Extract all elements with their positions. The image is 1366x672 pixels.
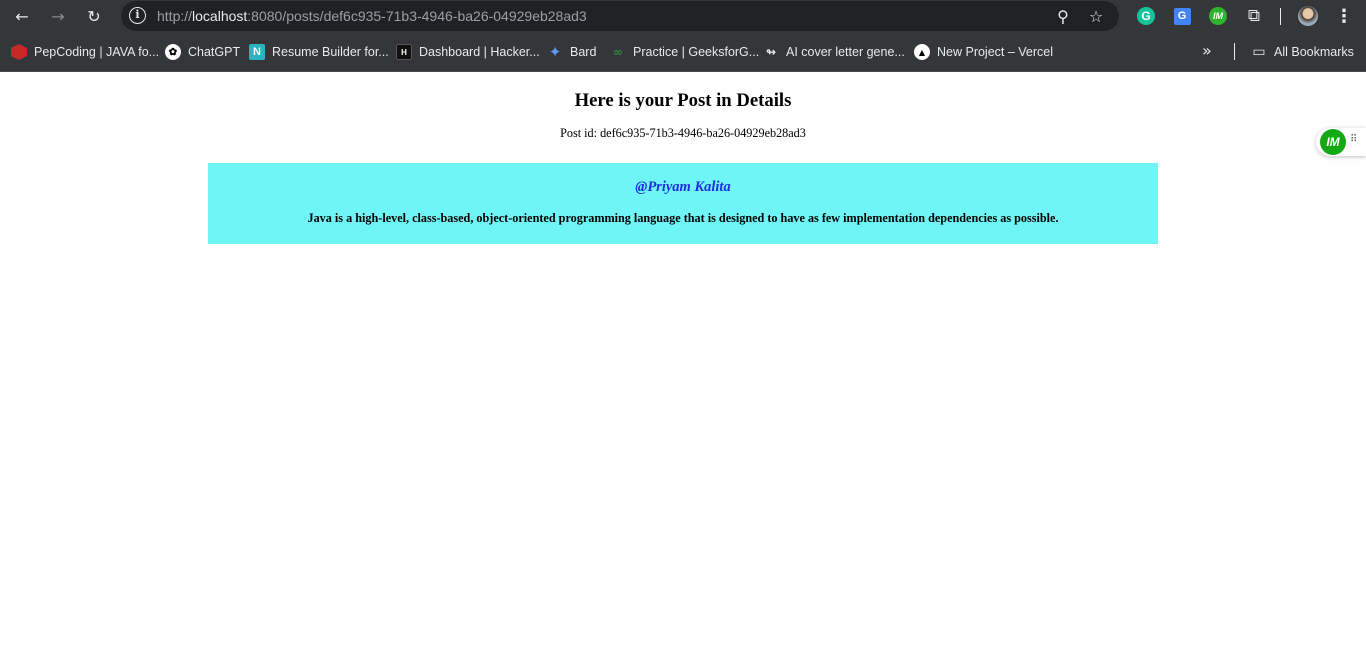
reload-icon[interactable]: ↻: [81, 4, 107, 28]
bookmark-label: ChatGPT: [188, 45, 241, 59]
url-host: localhost: [192, 8, 248, 24]
floating-extension-widget[interactable]: IM ⠿: [1316, 128, 1366, 156]
post-content: Java is a high-level, class-based, objec…: [307, 211, 1059, 225]
drag-handle-icon[interactable]: ⠿: [1350, 134, 1357, 145]
bookmark-chatgpt[interactable]: ✿ ChatGPT: [165, 41, 240, 63]
bookmark-label: PepCoding | JAVA fo...: [34, 45, 160, 59]
address-bar[interactable]: i http://localhost:8080/posts/def6c935-7…: [121, 1, 1119, 31]
site-info-icon[interactable]: i: [129, 7, 146, 24]
im-extension-icon[interactable]: IM: [1206, 4, 1230, 28]
post-author: @Priyam Kalita: [635, 179, 731, 195]
profile-avatar[interactable]: [1296, 4, 1320, 28]
post-card: @Priyam Kalita Java is a high-level, cla…: [208, 163, 1158, 244]
bookmark-hackerrank[interactable]: H Dashboard | Hacker...: [396, 41, 540, 63]
bookmark-label: Bard: [570, 45, 597, 59]
ai-cover-letter-icon: ↬: [765, 45, 777, 59]
hackerrank-icon: H: [396, 44, 412, 60]
forward-arrow-icon[interactable]: →: [45, 4, 71, 28]
post-id: Post id: def6c935-71b3-4946-ba26-04929eb…: [560, 126, 806, 140]
bookmarks-separator: [1234, 43, 1235, 60]
bookmark-label: Resume Builder for...: [272, 45, 389, 59]
bookmark-ai-cover-letter[interactable]: ↬ AI cover letter gene...: [763, 41, 905, 63]
bookmark-bard[interactable]: ✦ Bard: [547, 41, 597, 63]
zoom-magnifier-icon[interactable]: ⚲: [1051, 4, 1075, 28]
grammarly-icon[interactable]: G: [1134, 4, 1158, 28]
bookmark-pepcoding[interactable]: PepCoding | JAVA fo...: [11, 41, 159, 63]
bookmark-label: New Project – Vercel: [937, 45, 1054, 59]
vercel-icon: ▲: [914, 44, 930, 60]
all-bookmarks-label: All Bookmarks: [1274, 45, 1354, 59]
folder-icon: ▭: [1252, 44, 1266, 60]
more-bookmarks-chevron-icon[interactable]: »: [1202, 41, 1212, 60]
url-scheme: http://: [157, 8, 193, 24]
all-bookmarks-button[interactable]: ▭ All Bookmarks: [1251, 41, 1354, 63]
chatgpt-icon: ✿: [165, 44, 181, 60]
bookmark-star-icon[interactable]: ☆: [1084, 4, 1108, 28]
bookmark-label: Practice | GeeksforG...: [633, 45, 760, 59]
bookmark-label: Dashboard | Hacker...: [419, 45, 540, 59]
geeksforgeeks-icon: ∞: [613, 45, 623, 59]
google-translate-icon[interactable]: G: [1170, 4, 1194, 28]
bookmark-resume-builder[interactable]: N Resume Builder for...: [249, 41, 389, 63]
extensions-puzzle-icon[interactable]: ⧉: [1242, 4, 1266, 28]
bard-icon: ✦: [548, 43, 562, 61]
url-path: :8080/posts/def6c935-71b3-4946-ba26-0492…: [247, 8, 587, 24]
resume-builder-icon: N: [249, 44, 265, 60]
kebab-menu-icon[interactable]: ⋮: [1332, 4, 1356, 28]
toolbar-separator: [1280, 8, 1281, 25]
bookmark-geeksforgeeks[interactable]: ∞ Practice | GeeksforG...: [610, 41, 759, 63]
bookmark-vercel[interactable]: ▲ New Project – Vercel: [914, 41, 1053, 63]
im-logo-icon[interactable]: IM: [1320, 129, 1346, 155]
url-text[interactable]: http://localhost:8080/posts/def6c935-71b…: [157, 8, 587, 24]
browser-toolbar: ← → ↻ i http://localhost:8080/posts/def6…: [0, 0, 1366, 33]
back-arrow-icon[interactable]: ←: [9, 4, 35, 28]
bookmark-label: AI cover letter gene...: [786, 45, 905, 59]
page-title: Here is your Post in Details: [574, 90, 792, 111]
pepcoding-icon: [11, 44, 27, 60]
